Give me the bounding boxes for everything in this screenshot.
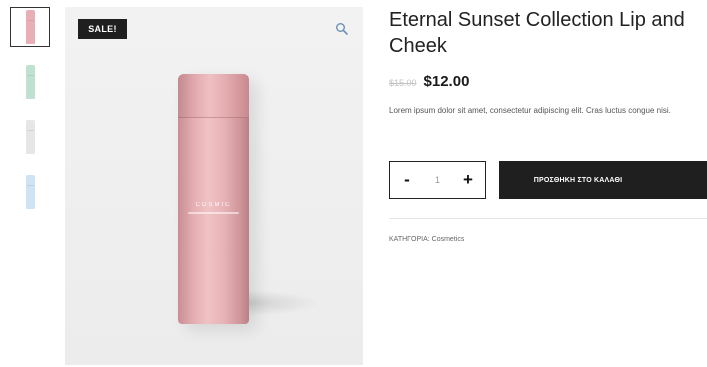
product-title: Eternal Sunset Collection Lip and Cheek (389, 9, 685, 57)
thumbnail-list (10, 7, 54, 227)
add-to-cart-button[interactable]: ΠΡΟΣΘΗΚΗ ΣΤΟ ΚΑΛΑΘΙ (499, 161, 707, 199)
product-description: Lorem ipsum dolor sit amet, consectetur … (389, 106, 671, 115)
quantity-plus-button[interactable]: + (461, 170, 475, 190)
old-price: $15.00 (389, 78, 417, 88)
sale-badge: SALE! (78, 19, 127, 39)
divider (389, 218, 707, 219)
quantity-minus-button[interactable]: - (400, 170, 414, 190)
price-row: $15.00 $12.00 (389, 73, 707, 90)
add-to-cart-label: ΠΡΟΣΘΗΚΗ ΣΤΟ ΚΑΛΑΘΙ (533, 176, 623, 184)
quantity-input[interactable] (420, 174, 455, 186)
product-main-image[interactable]: SALE! COSMIC (65, 7, 363, 365)
sale-price: $12.00 (423, 73, 470, 90)
category-link[interactable]: Cosmetics (432, 236, 465, 243)
product-bottle: COSMIC (178, 74, 249, 324)
thumbnail-green[interactable] (10, 62, 50, 102)
product-summary: Eternal Sunset Collection Lip and Cheek … (389, 7, 707, 118)
thumbnail-pink[interactable] (10, 7, 50, 47)
category-label: ΚΑΤΗΓΟΡΙΑ: (389, 236, 430, 243)
product-meta: ΚΑΤΗΓΟΡΙΑ: Cosmetics (389, 236, 464, 243)
thumbnail-bottle-green (25, 65, 35, 99)
thumbnail-white[interactable] (10, 117, 50, 157)
thumbnail-bottle-blue (25, 175, 35, 209)
thumbnail-bottle-white (25, 120, 35, 154)
quantity-stepper: - + (389, 161, 486, 199)
thumbnail-bottle-pink (25, 10, 35, 44)
bottle-cap (178, 74, 249, 118)
bottle-brand-label: COSMIC (195, 202, 232, 208)
thumbnail-blue[interactable] (10, 172, 50, 212)
magnifier-icon[interactable] (335, 22, 349, 36)
bottle-sub-label (188, 212, 239, 214)
